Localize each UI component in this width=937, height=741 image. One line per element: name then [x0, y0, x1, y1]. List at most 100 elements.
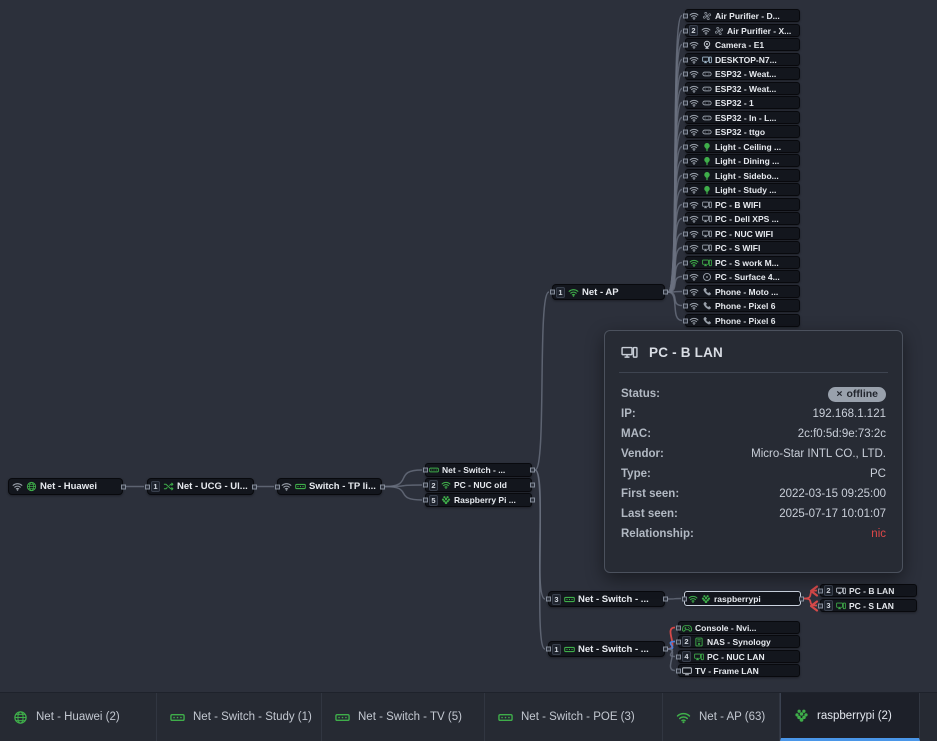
- connector-port: [683, 187, 688, 192]
- node-leaf20[interactable]: Phone - Pixel 6: [685, 299, 800, 312]
- node-sw-poe[interactable]: 1Net - Switch - ...: [548, 641, 665, 657]
- node-label: Light - Ceiling ...: [715, 142, 795, 152]
- node-raspberry-pi4[interactable]: 5Raspberry Pi ...: [425, 493, 532, 507]
- pc-icon: [694, 652, 704, 662]
- node-switchtp[interactable]: Switch - TP li...: [277, 478, 382, 495]
- node-leaf6[interactable]: ESP32 - 1: [685, 96, 800, 109]
- bulb-icon: [702, 171, 712, 181]
- node-rpi[interactable]: raspberrypi: [684, 591, 801, 606]
- node-leaf21[interactable]: Phone - Pixel 6: [685, 314, 800, 327]
- network-topology-canvas[interactable]: Net - Huawei 1Net - UCG - Ul... Switch - T…: [0, 0, 937, 741]
- tab-label: Net - Switch - POE (3): [521, 711, 635, 723]
- connector-port: [121, 484, 126, 489]
- node-label: PC - S WIFI: [715, 243, 795, 253]
- bulb-icon: [702, 142, 712, 152]
- wifi-icon: [689, 214, 699, 224]
- connector-port: [683, 42, 688, 47]
- node-label: ESP32 - Weat...: [715, 84, 795, 94]
- tab-net-switch-tv[interactable]: Net - Switch - TV (5): [322, 693, 485, 741]
- wifi-icon: [689, 229, 699, 239]
- node-leaf9[interactable]: Light - Ceiling ...: [685, 140, 800, 153]
- pc-icon: [702, 229, 712, 239]
- bottom-tab-bar: Net - Huawei (2)Net - Switch - Study (1)…: [0, 692, 937, 741]
- popup-title: PC - B LAN: [649, 345, 723, 360]
- node-pc-s-lan[interactable]: 3PC - S LAN: [820, 599, 917, 612]
- node-net-ap[interactable]: 1Net - AP: [552, 284, 665, 300]
- wifi-icon: [441, 480, 451, 490]
- connector-port: [676, 625, 681, 630]
- raspberry-icon: [794, 708, 809, 723]
- node-label: Air Purifier - D...: [715, 11, 795, 21]
- node-label: PC - S LAN: [849, 601, 912, 611]
- connector-port: [683, 231, 688, 236]
- pc-icon: [702, 55, 712, 65]
- tooltip-label: Vendor:: [621, 448, 664, 460]
- node-ucg[interactable]: 1Net - UCG - Ul...: [147, 478, 254, 495]
- node-sw-study[interactable]: Net - Switch - ...: [425, 463, 532, 477]
- wifi-icon: [568, 287, 579, 298]
- node-label: Phone - Pixel 6: [715, 316, 795, 326]
- node-leaf0[interactable]: Air Purifier - D...: [685, 9, 800, 22]
- node-huawei[interactable]: Net - Huawei: [8, 478, 123, 495]
- node-label: Air Purifier - X...: [727, 26, 795, 36]
- tab-net-switch-study[interactable]: Net - Switch - Study (1): [157, 693, 322, 741]
- node-pc-b-lan[interactable]: 2PC - B LAN: [820, 584, 917, 597]
- node-leaf8[interactable]: ESP32 - ttgo: [685, 125, 800, 138]
- tooltip-value: 2025-07-17 10:01:07: [779, 508, 886, 520]
- tab-raspberrypi[interactable]: raspberrypi (2): [780, 693, 920, 741]
- node-label: ESP32 - In - L...: [715, 113, 795, 123]
- port-number-badge: 1: [556, 287, 565, 298]
- disc-icon: [702, 272, 712, 282]
- tab-net-switch-poe[interactable]: Net - Switch - POE (3): [485, 693, 663, 741]
- gamepad-icon: [682, 623, 692, 633]
- node-nas[interactable]: 2NAS - Synology: [678, 635, 800, 648]
- connector-port: [546, 597, 551, 602]
- connector-port: [683, 289, 688, 294]
- node-leaf17[interactable]: PC - S work M...: [685, 256, 800, 269]
- node-leaf2[interactable]: Camera - E1: [685, 38, 800, 51]
- chip-icon: [702, 127, 712, 137]
- switch-icon: [335, 710, 350, 725]
- node-leaf15[interactable]: PC - NUC WIFI: [685, 227, 800, 240]
- tooltip-value: 2c:f0:5d:9e:73:2c: [798, 428, 886, 440]
- node-label: Phone - Pixel 6: [715, 301, 795, 311]
- node-leaf14[interactable]: PC - Dell XPS ...: [685, 212, 800, 225]
- chip-icon: [702, 69, 712, 79]
- node-console[interactable]: Console - Nvi...: [678, 621, 800, 634]
- node-pc-nuc-old[interactable]: 2PC - NUC old: [425, 478, 532, 492]
- connector-port: [799, 596, 804, 601]
- node-label: Raspberry Pi ...: [454, 495, 527, 505]
- port-number-badge: 4: [682, 651, 691, 662]
- node-pc-nuc-lan[interactable]: 4PC - NUC LAN: [678, 650, 800, 663]
- node-leaf1[interactable]: 2Air Purifier - X...: [685, 24, 800, 37]
- node-leaf16[interactable]: PC - S WIFI: [685, 241, 800, 254]
- node-leaf12[interactable]: Light - Study ...: [685, 183, 800, 196]
- connector-port: [683, 245, 688, 250]
- pc-icon: [836, 601, 846, 611]
- chip-icon: [702, 84, 712, 94]
- switch-icon: [564, 594, 575, 605]
- tab-net-ap[interactable]: Net - AP (63): [663, 693, 780, 741]
- connector-port: [818, 588, 823, 593]
- switch-icon: [564, 644, 575, 655]
- node-tv-frame[interactable]: TV - Frame LAN: [678, 664, 800, 677]
- tooltip-value: PC: [870, 468, 886, 480]
- node-leaf10[interactable]: Light - Dining ...: [685, 154, 800, 167]
- node-leaf3[interactable]: DESKTOP-N7...: [685, 53, 800, 66]
- phone-icon: [702, 301, 712, 311]
- node-leaf19[interactable]: Phone - Moto ...: [685, 285, 800, 298]
- node-leaf13[interactable]: PC - B WIFI: [685, 198, 800, 211]
- tab-net-huawei[interactable]: Net - Huawei (2): [0, 693, 157, 741]
- node-leaf4[interactable]: ESP32 - Weat...: [685, 67, 800, 80]
- node-label: Net - Switch - ...: [442, 465, 527, 475]
- connector-port: [423, 498, 428, 503]
- node-leaf18[interactable]: PC - Surface 4...: [685, 270, 800, 283]
- node-leaf7[interactable]: ESP32 - In - L...: [685, 111, 800, 124]
- connector-port: [818, 603, 823, 608]
- node-sw-tv[interactable]: 3Net - Switch - ...: [548, 591, 665, 607]
- connector-port: [676, 639, 681, 644]
- wifi-icon: [689, 98, 699, 108]
- node-leaf5[interactable]: ESP32 - Weat...: [685, 82, 800, 95]
- node-leaf11[interactable]: Light - Sidebo...: [685, 169, 800, 182]
- wifi-icon: [688, 594, 698, 604]
